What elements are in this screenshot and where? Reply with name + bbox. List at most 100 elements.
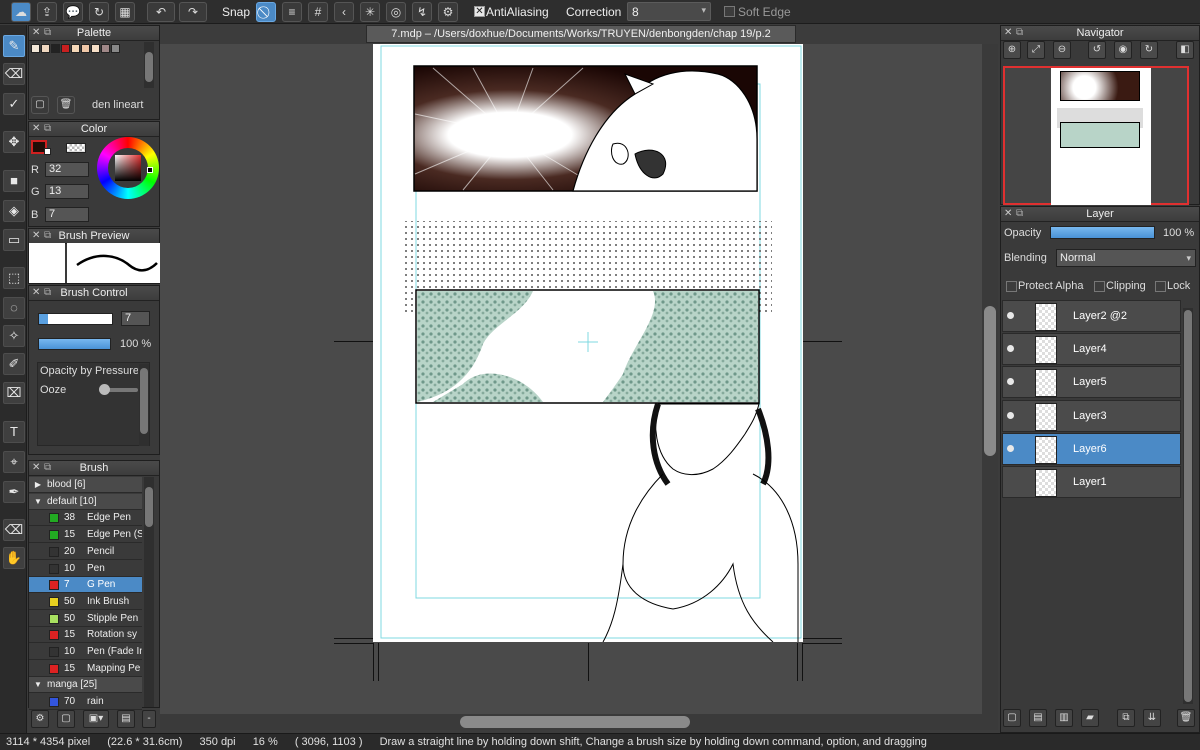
cloud-icon[interactable]: ☁	[11, 2, 31, 22]
share-icon[interactable]: ⇪	[37, 2, 57, 22]
close-icon[interactable]: ✕	[32, 229, 40, 243]
new-folder-icon[interactable]: ▰	[1081, 709, 1099, 727]
close-icon[interactable]: ✕	[1004, 207, 1012, 221]
palette-swatch[interactable]	[111, 44, 120, 53]
popout-icon[interactable]: ⧉	[1016, 26, 1023, 40]
brush-scrollbar[interactable]	[144, 477, 154, 707]
eyedropper-icon[interactable]: ⌫	[3, 519, 25, 541]
visibility-icon[interactable]	[1007, 444, 1014, 452]
chat-icon[interactable]: 💬	[63, 2, 83, 22]
brush-item[interactable]: 38 Edge Pen	[29, 510, 142, 527]
layer-row[interactable]: Layer5	[1002, 366, 1181, 399]
brush-menu-icon[interactable]: ▣▾	[83, 710, 109, 728]
layer-row[interactable]: Layer2 @2	[1002, 300, 1181, 332]
snap-curve-icon[interactable]: ↯	[412, 2, 432, 22]
brush-group[interactable]: ▶ blood [6]	[29, 477, 142, 493]
snap-radial-icon[interactable]: ✳	[360, 2, 380, 22]
palette-swatch[interactable]	[51, 44, 60, 53]
close-icon[interactable]: ✕	[32, 286, 40, 300]
clipping-checkbox[interactable]	[1094, 281, 1105, 292]
layer-scrollbar[interactable]	[1183, 308, 1193, 704]
brush-minus-icon[interactable]: -	[142, 710, 156, 728]
navigator-view[interactable]	[1003, 66, 1189, 205]
ooze-slider-knob[interactable]	[99, 384, 110, 395]
brush-item[interactable]: 15 Rotation sy	[29, 627, 142, 644]
grid-panel-icon[interactable]: ▦	[115, 2, 135, 22]
ooze-slider-track[interactable]	[99, 384, 138, 395]
soft-edge-checkbox[interactable]	[724, 6, 735, 17]
close-icon[interactable]: ✕	[32, 122, 40, 136]
brush-group[interactable]: ▼ manga [25]	[29, 677, 142, 694]
layer-row[interactable]: Layer4	[1002, 333, 1181, 366]
delete-layer-icon[interactable]: 🗑	[1177, 709, 1195, 727]
new-layer-icon[interactable]: ▢	[1003, 709, 1021, 727]
shape-tool-icon[interactable]: ■	[3, 170, 25, 192]
snap-circle-icon[interactable]: ◎	[386, 2, 406, 22]
brush-opacity-slider[interactable]	[38, 338, 111, 350]
palette-swatch[interactable]	[91, 44, 100, 53]
duplicate-layer-icon[interactable]: ⧉	[1117, 709, 1135, 727]
brush-size-field[interactable]: 7	[121, 311, 150, 326]
palette-scrollbar[interactable]	[144, 42, 154, 88]
snap-off-button[interactable]: ⃠	[256, 2, 276, 22]
transparent-color-swatch[interactable]	[66, 143, 86, 153]
layer-row[interactable]: Layer6	[1002, 432, 1181, 465]
close-icon[interactable]: ✕	[32, 26, 40, 40]
divide-tool-icon[interactable]: ⌖	[3, 451, 25, 473]
text-tool-icon[interactable]: T	[3, 421, 25, 443]
brush-options-scrollbar[interactable]	[139, 364, 149, 446]
bucket-tool-icon[interactable]: ◈	[3, 200, 25, 222]
protect-alpha-checkbox[interactable]	[1006, 281, 1017, 292]
lasso-icon[interactable]: ◌	[3, 297, 25, 319]
palette-scroll-thumb[interactable]	[145, 52, 153, 82]
select-eraser-icon[interactable]: ⌧	[3, 382, 25, 404]
pen-tool-icon[interactable]: ✒	[3, 481, 25, 503]
color-square[interactable]	[115, 155, 141, 181]
brush-options-scroll-thumb[interactable]	[140, 368, 148, 434]
popout-icon[interactable]: ⧉	[44, 26, 51, 40]
visibility-icon[interactable]	[1007, 378, 1014, 386]
snap-grid-icon[interactable]: #	[308, 2, 328, 22]
snap-vanishing-icon[interactable]: ‹	[334, 2, 354, 22]
select-rect-icon[interactable]: ⬚	[3, 267, 25, 289]
palette-swatch[interactable]	[71, 44, 80, 53]
layer-opacity-slider[interactable]	[1050, 226, 1155, 239]
popout-icon[interactable]: ⧉	[1016, 207, 1023, 221]
triangle-down-icon[interactable]: ▼	[29, 677, 47, 692]
brush-item[interactable]: 7 G Pen	[29, 577, 142, 594]
palette-swatch[interactable]	[31, 44, 40, 53]
snap-settings-icon[interactable]: ⚙	[438, 2, 458, 22]
antialiasing-checkbox[interactable]: ✕	[474, 6, 485, 17]
layer-row[interactable]: Layer1	[1002, 466, 1181, 498]
palette-swatch[interactable]	[81, 44, 90, 53]
color-wheel[interactable]	[97, 137, 159, 199]
gradation-tool-icon[interactable]: ▭	[3, 229, 25, 251]
b-field[interactable]: 7	[45, 207, 89, 222]
redo-button[interactable]: ↷	[179, 2, 207, 22]
brush-settings-icon[interactable]: ⚙	[31, 710, 49, 728]
eraser-tool-icon[interactable]: ⌫	[3, 63, 25, 85]
lock-checkbox[interactable]	[1155, 281, 1166, 292]
palette-swatch[interactable]	[41, 44, 50, 53]
blending-select[interactable]: Normal ▾	[1056, 249, 1196, 267]
palette-swatch[interactable]	[101, 44, 110, 53]
rotate-right-icon[interactable]: ↻	[1140, 41, 1158, 59]
zoom-out-icon[interactable]: ⊖	[1053, 41, 1071, 59]
brush-item[interactable]: 50 Stipple Pen	[29, 610, 142, 627]
popout-icon[interactable]: ⧉	[44, 286, 51, 300]
canvas-page[interactable]	[373, 44, 803, 643]
r-field[interactable]: 32	[45, 162, 89, 177]
document-tab[interactable]: 7.mdp – /Users/doxhue/Documents/Works/TR…	[366, 25, 796, 43]
popout-icon[interactable]: ⧉	[44, 461, 51, 475]
brush-doc-icon[interactable]: ▤	[117, 710, 135, 728]
triangle-down-icon[interactable]: ▼	[29, 494, 47, 509]
layer-scroll-thumb[interactable]	[1184, 310, 1192, 702]
visibility-icon[interactable]	[1007, 345, 1014, 353]
select-pen-icon[interactable]: ✐	[3, 353, 25, 375]
visibility-icon[interactable]	[1007, 312, 1014, 319]
canvas-h-scrollbar[interactable]	[160, 714, 998, 730]
canvas-v-scrollbar[interactable]	[982, 44, 998, 714]
move-tool-icon[interactable]: ✥	[3, 131, 25, 153]
undo-button[interactable]: ↶	[147, 2, 175, 22]
brush-size-slider[interactable]	[38, 313, 113, 325]
